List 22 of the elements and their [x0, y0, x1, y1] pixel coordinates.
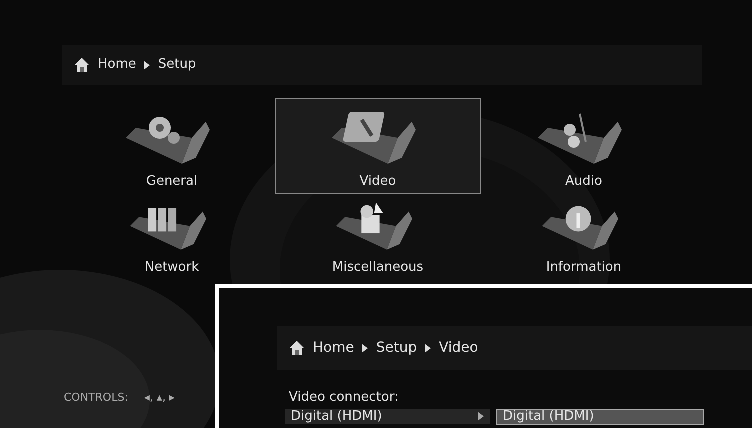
home-icon [289, 340, 305, 356]
menu-item[interactable]: Audio [481, 98, 687, 194]
menu-item[interactable]: Information [481, 198, 687, 280]
menu-item[interactable]: Miscellaneous [275, 198, 481, 280]
chevron-icon [144, 60, 150, 70]
chevron-icon [425, 344, 432, 352]
breadcrumb-item[interactable]: Home [98, 55, 136, 75]
home-icon [74, 57, 90, 73]
menu-item[interactable]: Video [275, 98, 481, 194]
menu-item[interactable]: Network [69, 198, 275, 280]
breadcrumb-item[interactable]: Setup [158, 55, 196, 75]
chevron-icon [478, 412, 484, 421]
setting-label: Video connector: [289, 389, 400, 407]
breadcrumb-item[interactable]: Video [439, 338, 478, 358]
controls-keys: ◂, ▴, ▸ [144, 390, 175, 406]
breadcrumb-item[interactable]: Home [313, 338, 354, 358]
controls-label: CONTROLS: [64, 390, 128, 406]
setting-value[interactable]: Digital (HDMI) [285, 409, 490, 424]
breadcrumb-item[interactable]: Setup [376, 338, 418, 358]
chevron-icon [362, 344, 368, 352]
menu-item[interactable]: General [69, 98, 275, 194]
option-item[interactable]: Digital (HDMI) [496, 408, 704, 424]
